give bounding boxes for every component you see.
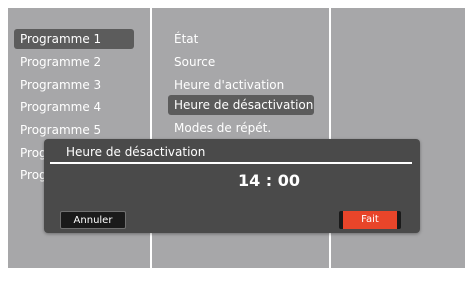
cancel-button[interactable]: Annuler bbox=[60, 211, 126, 229]
setting-item-source[interactable]: Source bbox=[168, 52, 314, 72]
time-value[interactable]: 14 : 00 bbox=[44, 169, 471, 193]
done-button[interactable]: Fait bbox=[339, 211, 401, 229]
dialog-title: Heure de désactivation bbox=[66, 145, 206, 159]
program-item-3[interactable]: Programme 3 bbox=[14, 75, 134, 95]
program-item-1[interactable]: Programme 1 bbox=[14, 29, 134, 49]
setting-item-off-time[interactable]: Heure de désactivation bbox=[168, 95, 314, 115]
setting-item-on-time[interactable]: Heure d'activation bbox=[168, 75, 314, 95]
program-item-5[interactable]: Programme 5 bbox=[14, 120, 134, 140]
off-time-dialog: Heure de désactivation 14 : 00 Annuler F… bbox=[44, 139, 420, 233]
dialog-divider bbox=[50, 162, 412, 164]
setting-item-status[interactable]: État bbox=[168, 29, 314, 49]
program-item-2[interactable]: Programme 2 bbox=[14, 52, 134, 72]
program-item-4[interactable]: Programme 4 bbox=[14, 97, 134, 117]
setting-item-repeat-mode[interactable]: Modes de répét. bbox=[168, 118, 314, 138]
